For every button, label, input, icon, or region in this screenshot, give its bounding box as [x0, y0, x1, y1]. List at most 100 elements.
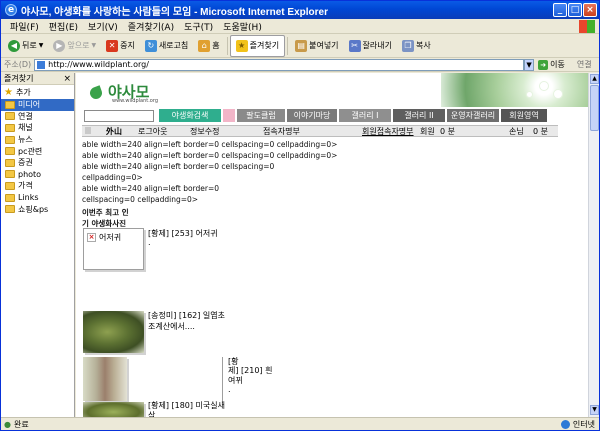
- menu-file[interactable]: 파일(F): [5, 20, 44, 33]
- favorites-item-label: Links: [18, 193, 39, 203]
- security-zone: 인터넷: [560, 419, 595, 430]
- nav-admin-gallery[interactable]: 운영자갤러리: [447, 109, 499, 122]
- favorites-item[interactable]: 뉴스: [1, 134, 74, 146]
- raw-markup-line: cellpadding=0>: [82, 173, 143, 182]
- photo-caption[interactable]: [송정미] [162] 일엽초: [148, 310, 225, 321]
- members-label: 회원: [420, 126, 435, 136]
- folder-icon: [5, 135, 15, 144]
- home-icon: ⌂: [198, 39, 211, 52]
- address-label: 주소(D): [4, 60, 32, 69]
- scroll-thumb[interactable]: [590, 85, 599, 131]
- address-bar: 주소(D) http://www.wildplant.org/ ▼ ➜ 이동 연…: [1, 58, 599, 72]
- photo-thumbnail[interactable]: [83, 402, 144, 417]
- go-button[interactable]: ➜ 이동: [538, 59, 565, 70]
- stop-icon: ✕: [106, 39, 119, 52]
- menu-edit[interactable]: 편집(E): [44, 20, 83, 33]
- address-dropdown[interactable]: ▼: [524, 58, 535, 71]
- login-id: 外山: [106, 126, 122, 136]
- menu-view[interactable]: 보기(V): [83, 20, 123, 33]
- back-button[interactable]: ◀ 뒤로 ▼: [3, 35, 48, 57]
- nav-gallery-2[interactable]: 갤러리 II: [393, 109, 445, 122]
- raw-markup-line: able width=240 align=left border=0: [82, 184, 220, 193]
- chevron-down-icon[interactable]: ▼: [39, 42, 44, 49]
- cut-button[interactable]: ✂ 잘라내기: [344, 35, 397, 57]
- mail-icon: [85, 127, 91, 134]
- favorites-item[interactable]: photo: [1, 169, 74, 181]
- folder-icon: [5, 112, 15, 121]
- cut-label: 잘라내기: [362, 41, 392, 50]
- favorites-item-label: 채널: [18, 123, 33, 133]
- forward-button[interactable]: ▶ 앞으로 ▼: [48, 35, 101, 57]
- menu-tools[interactable]: 도구(T): [179, 20, 218, 33]
- folder-icon: [5, 205, 15, 214]
- favorites-item[interactable]: 증권: [1, 157, 74, 169]
- logout-link[interactable]: 로그아웃: [138, 126, 167, 137]
- nav-story[interactable]: 이야기마당: [287, 109, 337, 122]
- zone-label: 인터넷: [572, 420, 595, 429]
- favorites-button[interactable]: ★ 즐겨찾기: [229, 34, 286, 57]
- browser-window: e 야사모, 야생화를 사랑하는 사람들의 모임 - Microsoft Int…: [0, 0, 600, 431]
- maximize-button[interactable]: □: [568, 3, 582, 17]
- favorites-item-label: 가격: [18, 181, 33, 191]
- menu-bar: 파일(F) 편집(E) 보기(V) 즐겨찾기(A) 도구(T) 도움말(H): [1, 19, 599, 34]
- toolbar-separator: [226, 36, 228, 55]
- address-input[interactable]: http://www.wildplant.org/: [34, 58, 525, 71]
- member-online-link[interactable]: 회원접속자명부: [362, 126, 414, 137]
- favorites-item[interactable]: 연결: [1, 111, 74, 123]
- edit-profile-link[interactable]: 정보수정: [190, 126, 219, 137]
- stop-button[interactable]: ✕ 중지: [101, 35, 140, 57]
- ie-logo-icon: e: [5, 4, 17, 16]
- plant-search-input[interactable]: [84, 110, 154, 122]
- paste-icon: ▤: [295, 39, 308, 52]
- favorites-item-label: 미디어: [18, 100, 41, 110]
- back-label: 뒤로: [22, 41, 37, 50]
- menu-help[interactable]: 도움말(H): [218, 20, 267, 33]
- favorites-item[interactable]: 미디어: [1, 99, 74, 111]
- favorites-add-button[interactable]: ★ 추가: [1, 85, 74, 99]
- nav-gallery-1[interactable]: 갤러리 I: [339, 109, 391, 122]
- members-count: 0 분: [440, 126, 455, 136]
- photo-thumbnail[interactable]: [83, 311, 144, 353]
- photo-thumbnail[interactable]: × 어저귀: [83, 228, 144, 270]
- paste-button[interactable]: ▤ 붙여넣기: [290, 35, 343, 57]
- page-content: 야사모 www.wildplant.org 야생화검색 팔도클럽 이야기마당 갤…: [76, 73, 588, 417]
- favorites-item[interactable]: 쇼핑&ps: [1, 203, 74, 215]
- nav-member-area[interactable]: 회원영역: [501, 109, 547, 122]
- leaf-logo-icon: [90, 84, 106, 100]
- favorites-close-icon[interactable]: ×: [63, 74, 71, 84]
- refresh-button[interactable]: ↻ 새로고침: [140, 35, 193, 57]
- nav-plant-search[interactable]: 야생화검색: [159, 109, 221, 122]
- forward-arrow-icon: ▶: [53, 39, 66, 52]
- vertical-scrollbar[interactable]: ▲ ▼: [588, 73, 599, 417]
- copy-button[interactable]: ❐ 복사: [397, 35, 436, 57]
- favorites-item-label: 쇼핑&ps: [18, 204, 49, 214]
- add-star-icon: ★: [4, 86, 13, 98]
- nav-palgo-club[interactable]: 팔도클럽: [237, 109, 285, 122]
- close-button[interactable]: ×: [583, 3, 597, 17]
- copy-label: 복사: [416, 41, 431, 50]
- favorites-item[interactable]: 가격: [1, 180, 74, 192]
- flower-banner-image: [441, 73, 588, 107]
- favorites-item[interactable]: 채널: [1, 122, 74, 134]
- favorites-item-label: 뉴스: [18, 135, 33, 145]
- globe-icon: [560, 420, 570, 429]
- favorites-item[interactable]: Links: [1, 192, 74, 204]
- site-logo[interactable]: 야사모 www.wildplant.org: [90, 81, 158, 104]
- scroll-up-icon[interactable]: ▲: [590, 74, 599, 84]
- chevron-down-icon[interactable]: ▼: [91, 42, 96, 49]
- favorites-item[interactable]: pc관련: [1, 145, 74, 157]
- scroll-down-icon[interactable]: ▼: [590, 405, 599, 415]
- links-toolbar[interactable]: 연결: [577, 59, 592, 70]
- online-list-link[interactable]: 접속자명부: [263, 126, 300, 137]
- minimize-button[interactable]: _: [553, 3, 567, 17]
- forward-label: 앞으로: [67, 41, 90, 50]
- raw-markup-line: able width=240 align=left border=0 cells…: [82, 151, 338, 160]
- menu-favorites[interactable]: 즐겨찾기(A): [123, 20, 179, 33]
- main-navigation: 야생화검색 팔도클럽 이야기마당 갤러리 I 갤러리 II 운영자갤러리 회원영…: [159, 109, 549, 122]
- status-text: 완료: [13, 419, 29, 429]
- photo-caption[interactable]: [황제] [253] 어저귀: [148, 228, 218, 239]
- photo-caption[interactable]: [황제] [180] 미국실새: [148, 400, 225, 411]
- folder-icon: [5, 123, 15, 132]
- photo-thumbnail[interactable]: [83, 357, 127, 401]
- home-button[interactable]: ⌂ 홈: [193, 35, 224, 57]
